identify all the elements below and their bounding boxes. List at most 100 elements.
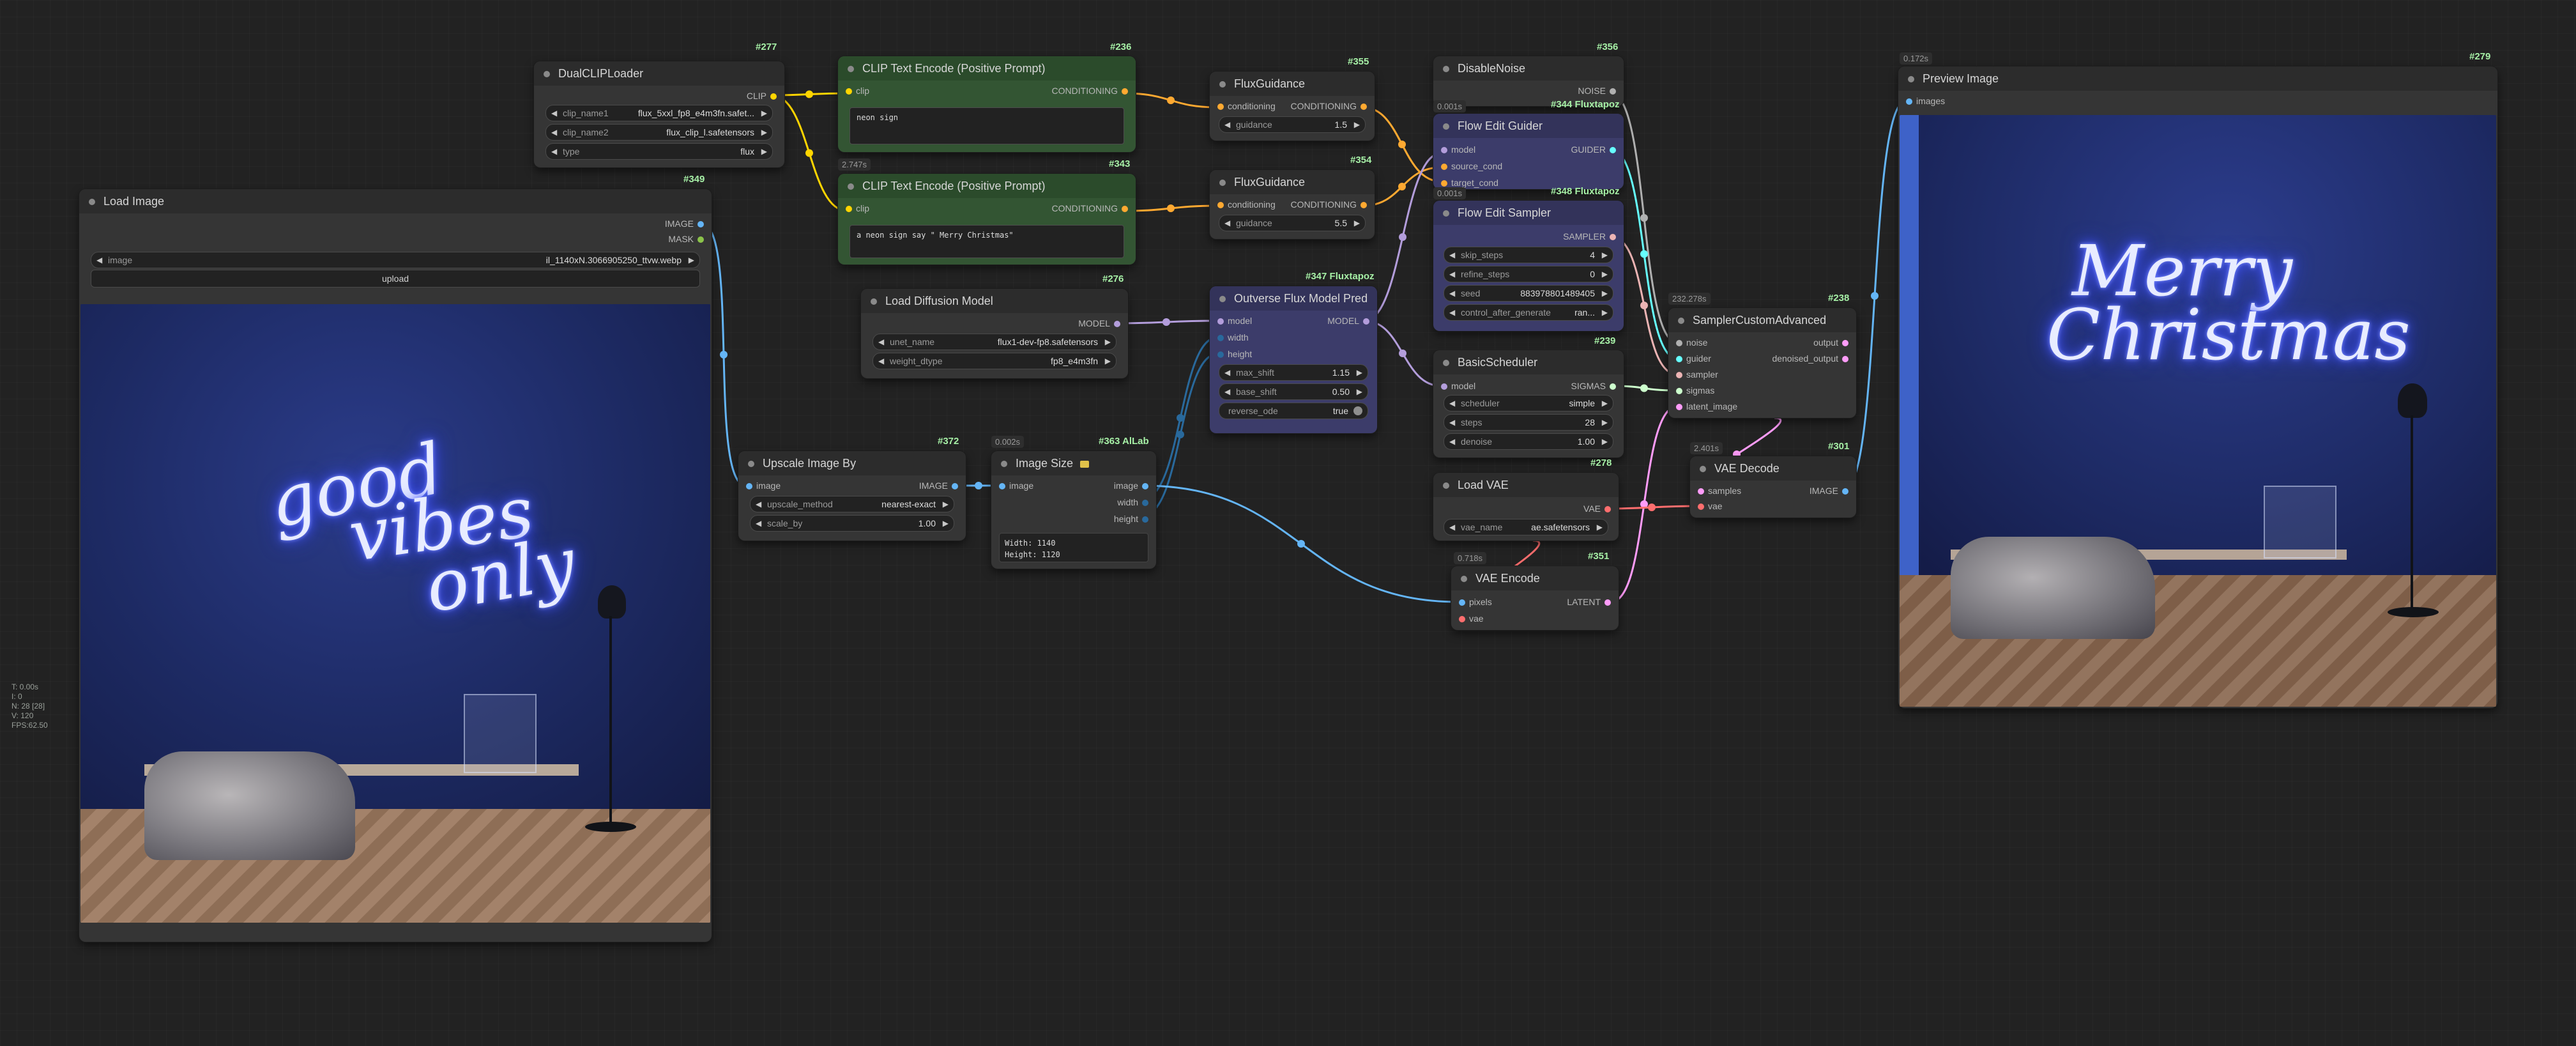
scheduler-combo[interactable]: ◀ scheduler simple ▶: [1444, 395, 1613, 411]
node-title[interactable]: Load Diffusion Model: [861, 289, 1128, 313]
node-dual-clip-loader[interactable]: DualCLIPLoader CLIP ◀ clip_name1 flux_5xxl…: [534, 61, 784, 167]
link-midpoint-dot[interactable]: [805, 149, 813, 157]
output-clip[interactable]: CLIP: [747, 91, 777, 101]
weight-dtype-combo[interactable]: ◀ weight_dtype fp8_e4m3fn ▶: [873, 353, 1117, 369]
link-midpoint-dot[interactable]: [1297, 540, 1305, 548]
input-conditioning[interactable]: conditioning: [1217, 199, 1276, 210]
input-sigmas[interactable]: sigmas: [1676, 385, 1714, 396]
link-midpoint-dot[interactable]: [1398, 183, 1406, 190]
output-guider[interactable]: GUIDER: [1571, 144, 1617, 155]
guidance-number[interactable]: ◀ guidance 1.5 ▶: [1219, 116, 1366, 133]
image-file-combo[interactable]: ◀ image il_1140xN.3066905250_ttvw.webp ▶: [91, 252, 700, 268]
node-clip-text-encode-2[interactable]: CLIP Text Encode (Positive Prompt) clip …: [838, 174, 1136, 265]
link-wire[interactable]: [1115, 319, 1218, 325]
link-midpoint-dot[interactable]: [805, 90, 813, 98]
arrow-right-icon[interactable]: ▶: [689, 252, 694, 268]
input-pixels[interactable]: pixels: [1459, 597, 1492, 607]
link-midpoint-dot[interactable]: [1640, 500, 1648, 508]
node-title[interactable]: CLIP Text Encode (Positive Prompt): [838, 56, 1136, 81]
node-title[interactable]: BasicScheduler: [1433, 350, 1624, 374]
unet-name-combo[interactable]: ◀ unet_name flux1-dev-fp8.safetensors ▶: [873, 334, 1117, 350]
output-conditioning[interactable]: CONDITIONING: [1052, 86, 1129, 96]
node-flux-guidance-2[interactable]: FluxGuidance conditioning CONDITIONING ◀…: [1210, 170, 1375, 239]
node-flow-edit-guider[interactable]: Flow Edit Guider model source_cond targe…: [1433, 114, 1624, 189]
link-midpoint-dot[interactable]: [975, 482, 982, 489]
arrow-left-icon[interactable]: ◀: [551, 105, 557, 121]
link-midpoint-dot[interactable]: [1398, 141, 1406, 148]
guidance-number[interactable]: ◀ guidance 5.5 ▶: [1219, 215, 1366, 231]
input-model[interactable]: model: [1441, 381, 1475, 391]
arrow-right-icon[interactable]: ▶: [1602, 305, 1608, 320]
type-combo[interactable]: ◀ type flux ▶: [545, 143, 773, 160]
node-title[interactable]: VAE Encode: [1451, 566, 1619, 590]
arrow-left-icon[interactable]: ◀: [1449, 434, 1455, 449]
input-sampler[interactable]: sampler: [1676, 369, 1718, 380]
arrow-left-icon[interactable]: ◀: [1449, 519, 1455, 535]
arrow-right-icon[interactable]: ▶: [1354, 117, 1360, 132]
input-clip[interactable]: clip: [846, 86, 869, 96]
upscale-method-combo[interactable]: ◀ upscale_method nearest-exact ▶: [750, 496, 954, 512]
input-image[interactable]: image: [746, 481, 781, 491]
base-shift-number[interactable]: ◀ base_shift 0.50 ▶: [1219, 383, 1368, 400]
node-title[interactable]: CLIP Text Encode (Positive Prompt): [838, 174, 1136, 198]
node-vae-decode[interactable]: VAE Decode samples vae IMAGE: [1690, 456, 1856, 518]
arrow-left-icon[interactable]: ◀: [1224, 117, 1230, 132]
link-midpoint-dot[interactable]: [1167, 204, 1175, 212]
node-title[interactable]: DualCLIPLoader: [534, 61, 784, 86]
link-wire[interactable]: [1124, 92, 1218, 109]
output-image[interactable]: IMAGE: [665, 219, 705, 229]
arrow-right-icon[interactable]: ▶: [761, 144, 767, 159]
input-source-cond[interactable]: source_cond: [1441, 161, 1502, 171]
arrow-right-icon[interactable]: ▶: [1602, 415, 1608, 430]
link-wire[interactable]: [1124, 204, 1218, 212]
arrow-right-icon[interactable]: ▶: [761, 125, 767, 140]
link-midpoint-dot[interactable]: [1399, 233, 1406, 241]
node-basic-scheduler[interactable]: BasicScheduler model SIGMAS ◀ scheduler si…: [1433, 350, 1624, 458]
seed-number[interactable]: ◀ seed 883978801489405 ▶: [1444, 285, 1613, 302]
link-midpoint-dot[interactable]: [1871, 292, 1879, 300]
node-title[interactable]: SamplerCustomAdvanced: [1668, 308, 1856, 332]
output-latent[interactable]: LATENT: [1567, 597, 1611, 607]
node-vae-encode[interactable]: VAE Encode pixels vae LATENT: [1451, 566, 1619, 630]
input-width[interactable]: width: [1217, 332, 1249, 342]
output-sigmas[interactable]: SIGMAS: [1571, 381, 1617, 391]
arrow-left-icon[interactable]: ◀: [551, 125, 557, 140]
node-flux-guidance-1[interactable]: FluxGuidance conditioning CONDITIONING ◀…: [1210, 72, 1375, 141]
node-title[interactable]: Flow Edit Sampler: [1433, 201, 1624, 225]
toggle-knob-icon[interactable]: [1353, 406, 1362, 415]
arrow-left-icon[interactable]: ◀: [1224, 365, 1230, 380]
arrow-right-icon[interactable]: ▶: [1357, 384, 1362, 399]
arrow-left-icon[interactable]: ◀: [1224, 384, 1230, 399]
arrow-left-icon[interactable]: ◀: [756, 516, 761, 531]
input-model[interactable]: model: [1217, 316, 1252, 326]
link-midpoint-dot[interactable]: [1399, 350, 1406, 357]
node-title[interactable]: Image Size: [991, 451, 1156, 475]
arrow-right-icon[interactable]: ▶: [1105, 334, 1111, 350]
node-preview-image[interactable]: Preview Image images Merry Christmas: [1898, 66, 2497, 708]
node-sampler-custom-advanced[interactable]: SamplerCustomAdvanced noise guider sampl…: [1668, 308, 1856, 418]
input-image[interactable]: image: [999, 481, 1033, 491]
input-clip[interactable]: clip: [846, 203, 869, 213]
upload-button[interactable]: upload: [91, 270, 700, 288]
link-wire[interactable]: [1843, 100, 1907, 492]
node-title[interactable]: Outverse Flux Model Pred: [1210, 286, 1377, 311]
arrow-left-icon[interactable]: ◀: [96, 252, 102, 268]
link-midpoint-dot[interactable]: [720, 351, 728, 358]
prompt-textarea[interactable]: neon sign: [850, 107, 1124, 144]
link-midpoint-dot[interactable]: [1640, 250, 1648, 258]
arrow-right-icon[interactable]: ▶: [1602, 396, 1608, 411]
arrow-left-icon[interactable]: ◀: [878, 353, 884, 369]
link-midpoint-dot[interactable]: [1177, 414, 1184, 422]
arrow-right-icon[interactable]: ▶: [1602, 286, 1608, 301]
arrow-left-icon[interactable]: ◀: [1449, 305, 1455, 320]
input-vae[interactable]: vae: [1698, 501, 1723, 511]
max-shift-number[interactable]: ◀ max_shift 1.15 ▶: [1219, 364, 1368, 381]
arrow-right-icon[interactable]: ▶: [1602, 247, 1608, 263]
node-load-vae[interactable]: Load VAE VAE ◀ vae_name ae.safetensors ▶: [1433, 473, 1619, 541]
link-midpoint-dot[interactable]: [1640, 302, 1648, 309]
link-midpoint-dot[interactable]: [1167, 96, 1175, 104]
link-wire[interactable]: [1143, 484, 1459, 603]
arrow-right-icon[interactable]: ▶: [1357, 365, 1362, 380]
input-height[interactable]: height: [1217, 349, 1252, 359]
node-title[interactable]: VAE Decode: [1690, 456, 1856, 481]
